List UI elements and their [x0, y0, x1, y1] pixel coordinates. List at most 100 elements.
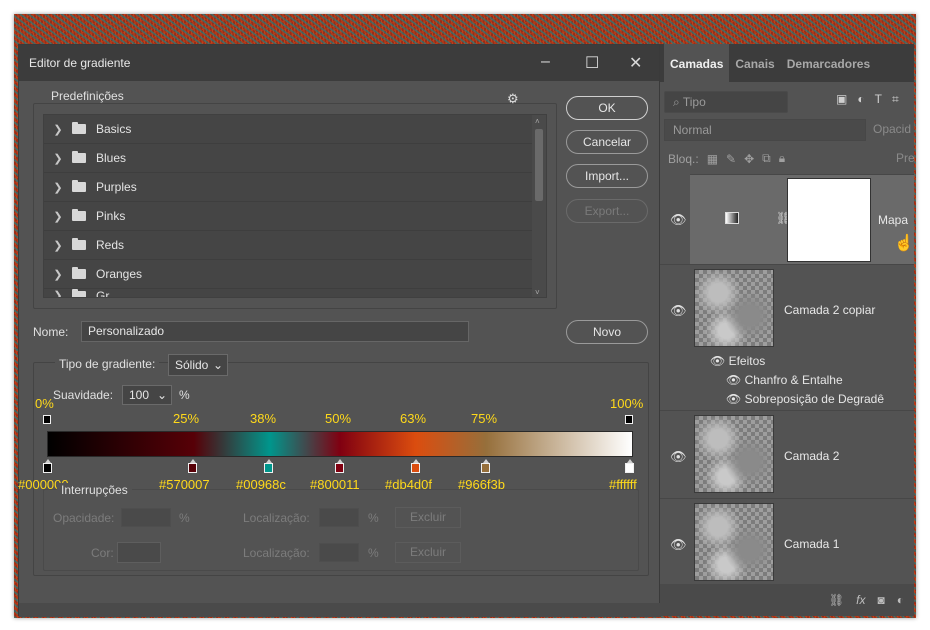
layer-filter-search[interactable]: ⌕ Tipo [664, 91, 788, 113]
visibility-eye-icon[interactable]: 👁︎ [670, 212, 687, 228]
color-stop[interactable] [188, 459, 197, 473]
import-button[interactable]: Import... [566, 164, 648, 188]
preset-folder-label: Pinks [96, 209, 126, 223]
chevron-right-icon: ❯ [53, 210, 63, 223]
chevron-right-icon: ❯ [53, 290, 63, 298]
opacity-input[interactable] [121, 508, 171, 527]
preset-folder-pinks[interactable]: ❯ Pinks [44, 202, 546, 231]
color-stop[interactable] [335, 459, 344, 473]
color-stop[interactable] [411, 459, 420, 473]
opacity-label: Opacidade: [53, 511, 115, 525]
effect-bevel-emboss[interactable]: 👁︎ Chanfro & Entalhe [726, 373, 843, 387]
stops-label: Interrupções [57, 483, 132, 497]
smoothness-unit: % [179, 388, 190, 402]
opacity-stop-end[interactable] [625, 415, 633, 424]
tab-layers[interactable]: Camadas [664, 44, 730, 82]
adjustment-layer-icon[interactable]: ◐ [897, 593, 904, 607]
scroll-down-icon[interactable]: ˅ [535, 288, 540, 297]
new-button[interactable]: Novo [566, 320, 648, 344]
layer-name[interactable]: Camada 2 [784, 449, 839, 463]
minimize-icon[interactable]: – [541, 53, 550, 71]
layer-mask-thumbnail[interactable] [787, 178, 871, 262]
visibility-eye-icon[interactable]: 👁︎ [670, 303, 687, 319]
lock-brush-icon[interactable]: ✎ [726, 152, 736, 166]
color-label: Cor: [91, 546, 114, 560]
preset-folder-oranges[interactable]: ❯ Oranges [44, 260, 546, 289]
delete-color-stop-button[interactable]: Excluir [395, 542, 461, 563]
lock-label: Bloq.: [668, 151, 699, 166]
name-input[interactable]: Personalizado [81, 321, 469, 342]
layer-thumbnail [694, 503, 774, 581]
color-location-input[interactable] [319, 543, 359, 562]
opacity-location-input[interactable] [319, 508, 359, 527]
visibility-eye-icon[interactable]: 👁︎ [670, 537, 687, 553]
opacity-stop-start[interactable] [43, 415, 51, 424]
color-stop[interactable] [264, 459, 273, 473]
layer-row-camada-2[interactable]: 👁︎ Camada 2 [660, 410, 914, 498]
lock-artboard-icon[interactable]: ⧉ [762, 151, 771, 166]
tab-channels[interactable]: Canais [729, 44, 780, 82]
effect-gradient-overlay[interactable]: 👁︎ Sobreposição de Degradê [726, 392, 884, 406]
gradient-type-select[interactable]: Sólido ⌄ [168, 354, 228, 376]
layer-name[interactable]: Mapa [878, 213, 908, 227]
location-percent: % [368, 511, 379, 525]
link-layers-icon[interactable]: ⛓ [829, 593, 844, 607]
tab-paths[interactable]: Demarcadores [781, 44, 876, 82]
presets-label: Predefinições [47, 89, 128, 103]
color-swatch[interactable] [117, 542, 161, 563]
visibility-eye-icon[interactable]: 👁︎ [670, 449, 687, 465]
scroll-up-icon[interactable]: ˄ [535, 117, 540, 126]
preset-scrollbar[interactable]: ˄ ˅ [532, 115, 546, 297]
lock-all-icon[interactable]: 🔒︎ [779, 151, 785, 166]
layer-name[interactable]: Camada 1 [784, 537, 839, 551]
folder-icon [72, 289, 86, 297]
ok-button[interactable]: OK [566, 96, 648, 120]
preset-folder-purples[interactable]: ❯ Purples [44, 173, 546, 202]
close-icon[interactable]: ✕ [629, 53, 642, 73]
opacity-stop-label: 100% [610, 396, 644, 411]
layer-row-camada-1[interactable]: 👁︎ Camada 1 [660, 498, 914, 586]
preset-folder-greens[interactable]: ❯ Gr... [44, 289, 546, 298]
layers-panel-tabs: Camadas Canais Demarcadores [660, 44, 914, 82]
gradient-editor-dialog: Editor de gradiente – ☐ ✕ Predefinições … [18, 44, 661, 617]
maximize-icon[interactable]: ☐ [585, 53, 599, 73]
type-filter-icon[interactable]: T [875, 92, 882, 107]
add-mask-icon[interactable]: ◙ [878, 593, 885, 607]
dialog-titlebar: Editor de gradiente – ☐ ✕ [19, 45, 659, 81]
lock-transparency-icon[interactable]: ▦ [707, 152, 718, 166]
adjustment-filter-icon[interactable]: ◐ [857, 92, 864, 107]
effects-row[interactable]: 👁︎ Efeitos [710, 354, 765, 368]
smoothness-select[interactable]: 100 ⌄ [122, 385, 172, 405]
fill-label: Pre [896, 151, 914, 165]
color-stop[interactable] [625, 459, 634, 473]
effects-eye-icon[interactable]: 👁︎ [710, 354, 729, 368]
blend-mode-select[interactable]: Normal [664, 119, 866, 141]
delete-opacity-stop-button[interactable]: Excluir [395, 507, 461, 528]
layer-row-camada-2-copiar[interactable]: 👁︎ Camada 2 copiar 👁︎ Efeitos 👁︎ Chanfro… [660, 264, 914, 410]
chevron-right-icon: ❯ [53, 239, 63, 252]
effect-eye-icon[interactable]: 👁︎ [726, 373, 745, 387]
lock-move-icon[interactable]: ✥ [744, 152, 754, 166]
layer-row-gradient-map[interactable]: ⛓ Mapa ☝ [690, 174, 914, 264]
effects-label: Efeitos [728, 354, 766, 368]
scroll-thumb[interactable] [535, 129, 543, 201]
color-stop[interactable] [43, 459, 52, 473]
fx-icon[interactable]: fx [856, 593, 865, 607]
presets-gear-icon[interactable]: ⚙ [507, 91, 519, 107]
preset-folder-reds[interactable]: ❯ Reds [44, 231, 546, 260]
effect-eye-icon[interactable]: 👁︎ [726, 392, 745, 406]
layer-filter-icons: ▣ ◐ T ⌗ [836, 92, 899, 107]
search-icon: ⌕ [673, 95, 683, 109]
layer-name[interactable]: Camada 2 copiar [784, 303, 875, 317]
folder-icon [72, 267, 86, 279]
preset-folder-basics[interactable]: ❯ Basics [44, 115, 546, 144]
color-stop[interactable] [481, 459, 490, 473]
shape-filter-icon[interactable]: ⌗ [892, 92, 899, 107]
gradient-preview-bar[interactable] [47, 431, 633, 457]
gradient-type-label: Tipo de gradiente: [55, 357, 160, 371]
export-button[interactable]: Export... [566, 199, 648, 223]
preset-folder-blues[interactable]: ❯ Blues [44, 144, 546, 173]
color-stop-pct: 63% [400, 411, 427, 426]
cancel-button[interactable]: Cancelar [566, 130, 648, 154]
pixel-filter-icon[interactable]: ▣ [836, 92, 847, 107]
